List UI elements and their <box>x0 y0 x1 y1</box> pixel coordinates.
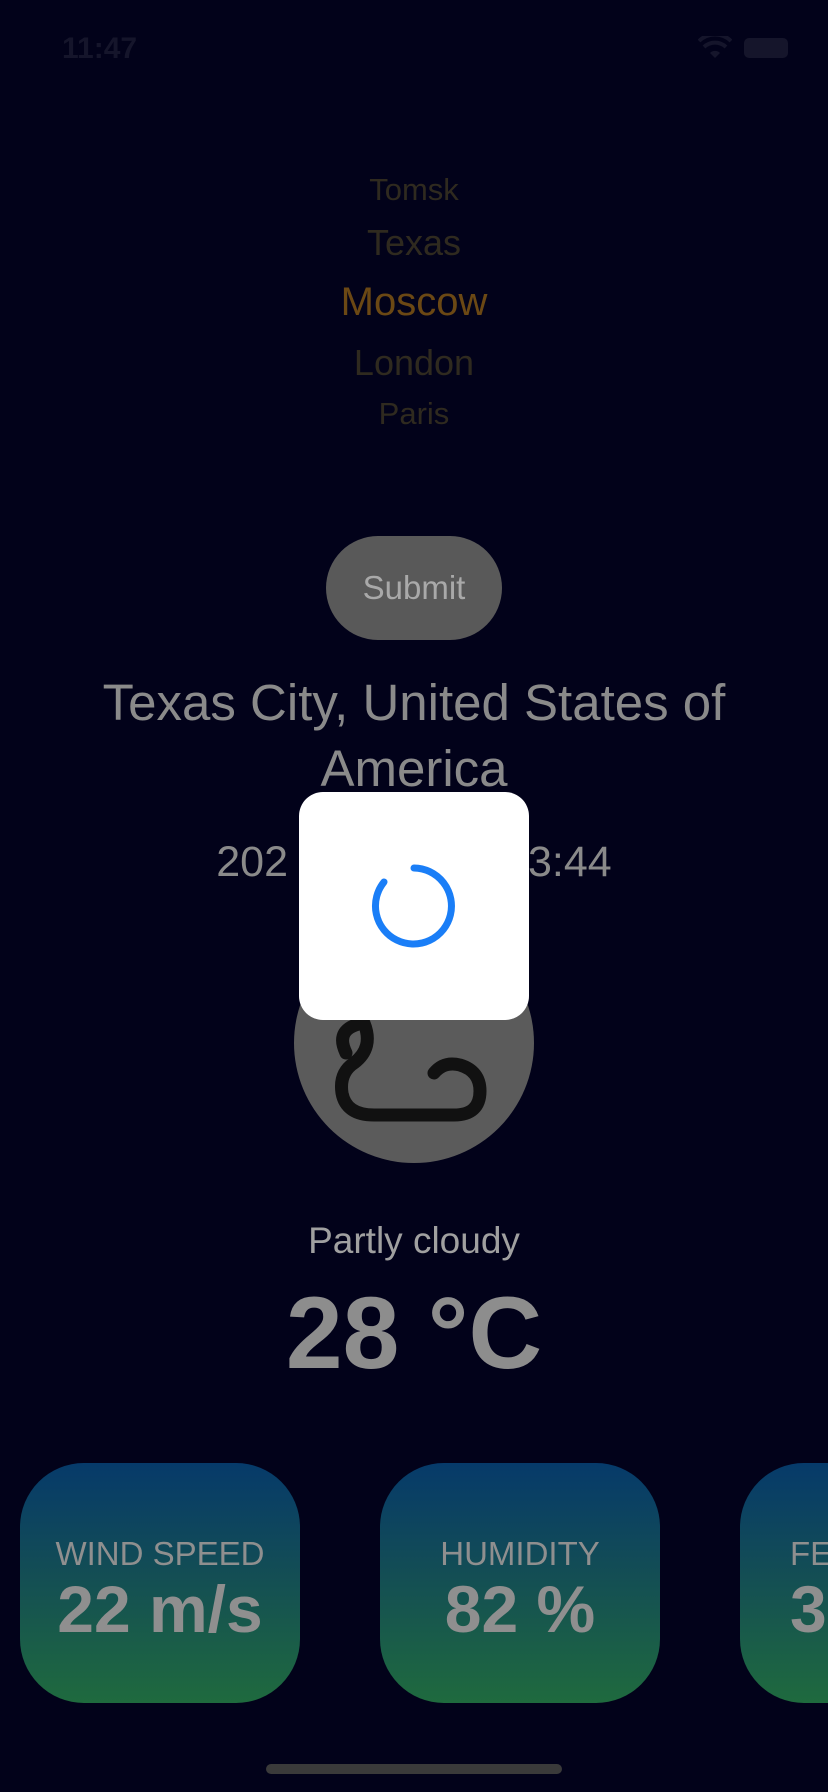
picker-item[interactable]: Paris <box>0 396 828 432</box>
home-indicator[interactable] <box>266 1764 562 1774</box>
condition-text: Partly cloudy <box>308 1220 520 1261</box>
card-value: 22 m/s <box>57 1572 263 1646</box>
status-icons <box>698 36 788 60</box>
picker-item[interactable]: Texas <box>0 222 828 264</box>
status-time: 11:47 <box>62 32 138 65</box>
battery-icon <box>744 38 788 58</box>
loading-overlay <box>299 792 529 1020</box>
card-value: 82 % <box>444 1572 596 1646</box>
wind-speed-card: WIND SPEED 22 m/s <box>20 1463 300 1703</box>
card-value: 3 <box>790 1572 827 1646</box>
temperature: 28 °C <box>285 1276 543 1390</box>
card-label: HUMIDITY <box>440 1535 600 1572</box>
card-label: WIND SPEED <box>55 1535 265 1572</box>
humidity-card: HUMIDITY 82 % <box>380 1463 660 1703</box>
picker-item[interactable]: Tomsk <box>0 172 828 208</box>
screen: 11:47 Tomsk Texas Moscow London Paris Su… <box>0 0 828 1792</box>
spinner-icon <box>371 864 455 948</box>
card-label: FE <box>790 1535 828 1572</box>
datetime-right: 3:44 <box>528 838 612 886</box>
picker-item[interactable]: London <box>0 342 828 384</box>
submit-button[interactable]: Submit <box>326 536 502 640</box>
feels-like-card: FE 3 <box>740 1463 828 1703</box>
location-title: Texas City, United States of America <box>102 674 726 797</box>
datetime-left: 202 <box>216 838 289 886</box>
wifi-icon <box>698 36 732 58</box>
picker-item-selected[interactable]: Moscow <box>0 280 828 325</box>
